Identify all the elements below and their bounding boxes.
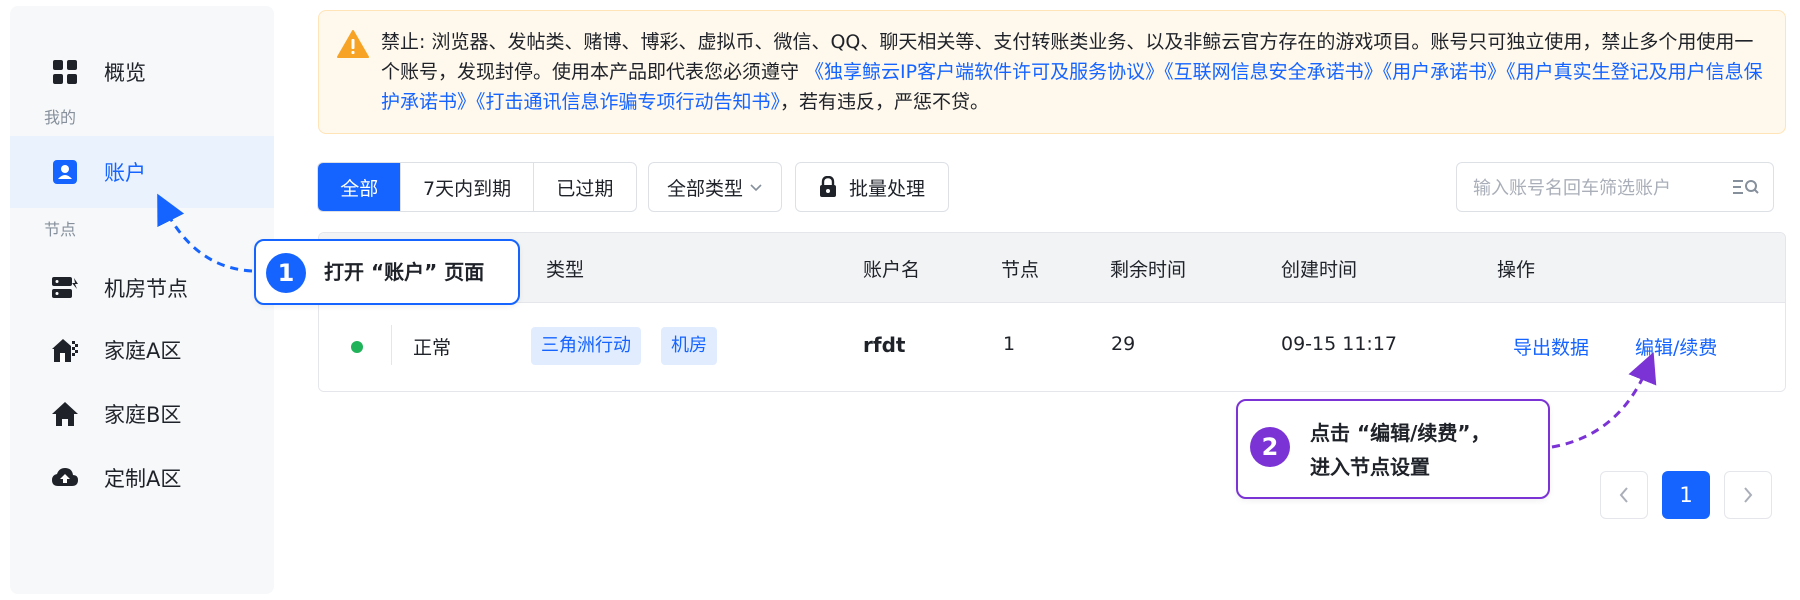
chevron-right-icon xyxy=(1742,486,1754,504)
arrow-to-accounts xyxy=(157,193,253,273)
callout-text-line2: 进入节点设置 xyxy=(1310,455,1430,479)
step-number-badge: 1 xyxy=(266,253,306,293)
step-number-badge: 2 xyxy=(1250,427,1290,467)
callout-text: 打开 “账户” 页面 xyxy=(324,260,485,284)
prev-page-button[interactable] xyxy=(1600,471,1648,519)
callout-step-2: 2 点击 “编辑/续费”， 进入节点设置 xyxy=(1236,399,1550,499)
chevron-left-icon xyxy=(1618,486,1630,504)
next-page-button[interactable] xyxy=(1724,471,1772,519)
arrow-to-edit-renew xyxy=(1551,352,1657,449)
callout-step-1: 1 打开 “账户” 页面 xyxy=(254,239,520,305)
callout-text-line1: 点击 “编辑/续费”， xyxy=(1310,421,1491,445)
page-button-current[interactable]: 1 xyxy=(1662,471,1710,519)
